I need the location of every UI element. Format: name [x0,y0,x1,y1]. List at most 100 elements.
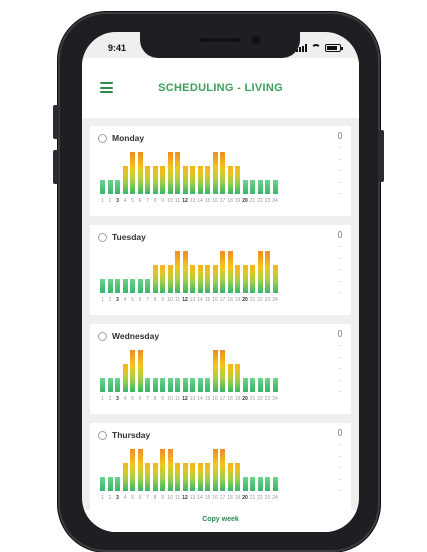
hour-bar[interactable] [205,463,210,491]
menu-icon[interactable] [100,82,113,93]
hour-bar[interactable] [167,449,173,491]
hour-bar[interactable] [197,166,203,194]
hour-bar[interactable] [235,265,240,293]
hour-bar[interactable] [122,166,128,194]
hour-bar[interactable] [107,477,113,491]
hour-bar[interactable] [130,449,135,491]
hour-bar[interactable] [205,265,210,293]
hour-bar[interactable] [137,152,143,194]
hour-bar[interactable] [257,477,263,491]
hour-bar[interactable] [175,152,180,194]
hour-bar[interactable] [160,265,165,293]
hour-bar[interactable] [122,463,128,491]
hour-bar[interactable] [182,378,188,392]
hour-bar[interactable] [145,279,150,293]
day-select-radio[interactable] [98,134,107,143]
hour-bar[interactable] [160,166,165,194]
hour-bar[interactable] [145,378,150,392]
day-select-radio[interactable] [98,431,107,440]
hour-bar[interactable] [107,180,113,194]
hour-bar[interactable] [152,463,158,491]
hour-bar[interactable] [272,378,278,392]
hour-bar[interactable] [190,378,195,392]
hour-bar[interactable] [212,152,218,194]
hour-bar[interactable] [107,279,113,293]
hour-bar[interactable] [130,152,135,194]
hour-bar[interactable] [250,265,255,293]
day-select-radio[interactable] [98,233,107,242]
hour-bar[interactable] [100,477,105,491]
hour-bar[interactable] [115,477,120,491]
hour-bar[interactable] [175,251,180,293]
hour-bar[interactable] [130,350,135,392]
hour-bar[interactable] [265,378,270,392]
hour-bar[interactable] [250,180,255,194]
hour-bar[interactable] [145,463,150,491]
hour-bar[interactable] [272,265,278,293]
hour-bar[interactable] [220,350,225,392]
hour-bar[interactable] [250,477,255,491]
hour-bar[interactable] [227,166,233,194]
day-card-tuesday[interactable]: Tuesday 1 2 3 4 5 6 7 8 9 10 11 12 13 14 15 16 17 18 19 20 21… [90,225,351,315]
hour-bar[interactable] [152,265,158,293]
hour-bar[interactable] [160,449,165,491]
hour-bar[interactable] [175,378,180,392]
hour-bar[interactable] [235,166,240,194]
hour-bar[interactable] [257,251,263,293]
hour-bar[interactable] [205,166,210,194]
hour-bar[interactable] [175,463,180,491]
hour-bar[interactable] [100,279,105,293]
hour-bar[interactable] [167,378,173,392]
hour-bar[interactable] [197,378,203,392]
hour-bar[interactable] [167,265,173,293]
hour-bar[interactable] [122,364,128,392]
hour-bar[interactable] [227,364,233,392]
hour-bar[interactable] [182,251,188,293]
hour-bar[interactable] [197,265,203,293]
hour-bar[interactable] [242,378,248,392]
day-card-wednesday[interactable]: Wednesday 1 2 3 4 5 6 7 8 9 10 11 12 13 14 15 16 17 18 19 20… [90,324,351,414]
hour-bar[interactable] [190,265,195,293]
hour-bar[interactable] [115,279,120,293]
hour-bar[interactable] [265,251,270,293]
hour-bar[interactable] [137,350,143,392]
hour-bar[interactable] [242,477,248,491]
hour-bar[interactable] [227,251,233,293]
hour-bar[interactable] [235,364,240,392]
hour-bar[interactable] [182,463,188,491]
hour-bar[interactable] [265,477,270,491]
hour-bar[interactable] [220,449,225,491]
hour-bar[interactable] [160,378,165,392]
day-select-radio[interactable] [98,332,107,341]
hour-bar[interactable] [107,378,113,392]
hour-bar[interactable] [115,378,120,392]
hour-bar[interactable] [242,180,248,194]
hour-bar[interactable] [190,166,195,194]
hour-bar[interactable] [250,378,255,392]
hour-bar[interactable] [152,166,158,194]
copy-week-button[interactable]: Copy week [82,510,359,532]
day-card-thursday[interactable]: Thursday 1 2 3 4 5 6 7 8 9 10 11 12 13 14 15 16 17 18 19 20 2… [90,423,351,513]
hour-bar[interactable] [242,265,248,293]
hour-bar[interactable] [227,463,233,491]
hour-bar[interactable] [145,166,150,194]
day-card-monday[interactable]: Monday 1 2 3 4 5 6 7 8 9 10 11 12 13 14 15 16 17 18 19 20 21 2… [90,126,351,216]
schedule-list[interactable]: Monday 1 2 3 4 5 6 7 8 9 10 11 12 13 14 15 16 17 18 19 20 21 2… [82,122,359,532]
hour-bar[interactable] [190,463,195,491]
hour-bar[interactable] [212,265,218,293]
hour-bar[interactable] [122,279,128,293]
hour-bar[interactable] [220,251,225,293]
hour-bar[interactable] [100,180,105,194]
hour-bar[interactable] [212,449,218,491]
hour-bar[interactable] [137,449,143,491]
hour-bar[interactable] [130,279,135,293]
hour-bar[interactable] [152,378,158,392]
hour-bar[interactable] [265,180,270,194]
hour-bar[interactable] [197,463,203,491]
hour-bar[interactable] [272,180,278,194]
hour-bar[interactable] [220,152,225,194]
hour-bar[interactable] [272,477,278,491]
hour-bar[interactable] [235,463,240,491]
hour-bar[interactable] [167,152,173,194]
hour-bar[interactable] [205,378,210,392]
